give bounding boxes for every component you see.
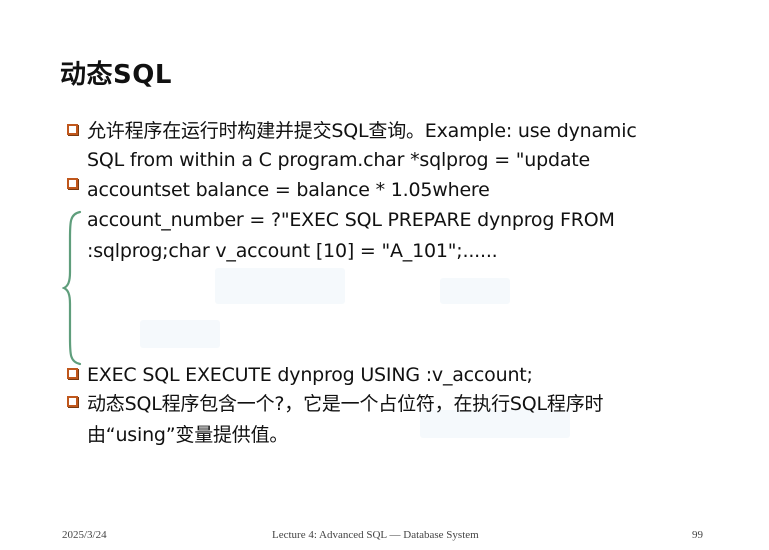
- bullet-square-icon: [67, 368, 78, 379]
- footer-lecture-title: Lecture 4: Advanced SQL — Database Syste…: [272, 529, 479, 541]
- body-text-line: 由“using”变量提供值。: [87, 424, 289, 446]
- body-text-line: 允许程序在运行时构建并提交SQL查询。Example: use dynamic: [87, 120, 637, 142]
- body-text-line: SQL from within a C program.char *sqlpro…: [87, 149, 591, 171]
- footer-date: 2025/3/24: [62, 529, 107, 541]
- background-artifact: [215, 268, 345, 304]
- footer-page-number: 99: [692, 529, 703, 541]
- body-text-line: accountset balance = balance * 1.05where: [87, 179, 490, 201]
- bullet-square-icon: [67, 124, 78, 135]
- bullet-square-icon: [67, 396, 78, 407]
- slide: 动态SQL 允许程序在运行时构建并提交SQL查询。Example: use dy…: [0, 0, 769, 550]
- body-text-line: account_number = ?"EXEC SQL PREPARE dynp…: [87, 209, 615, 231]
- body-text-line: 动态SQL程序包含一个?，它是一个占位符，在执行SQL程序时: [87, 393, 604, 415]
- body-text-line: EXEC SQL EXECUTE dynprog USING :v_accoun…: [87, 364, 533, 386]
- slide-title: 动态SQL: [60, 60, 172, 90]
- body-text-line: :sqlprog;char v_account [10] = "A_101";.…: [87, 240, 498, 262]
- background-artifact: [140, 320, 220, 348]
- curly-brace-icon: [62, 210, 82, 366]
- bullet-square-icon: [67, 178, 78, 189]
- background-artifact: [440, 278, 510, 304]
